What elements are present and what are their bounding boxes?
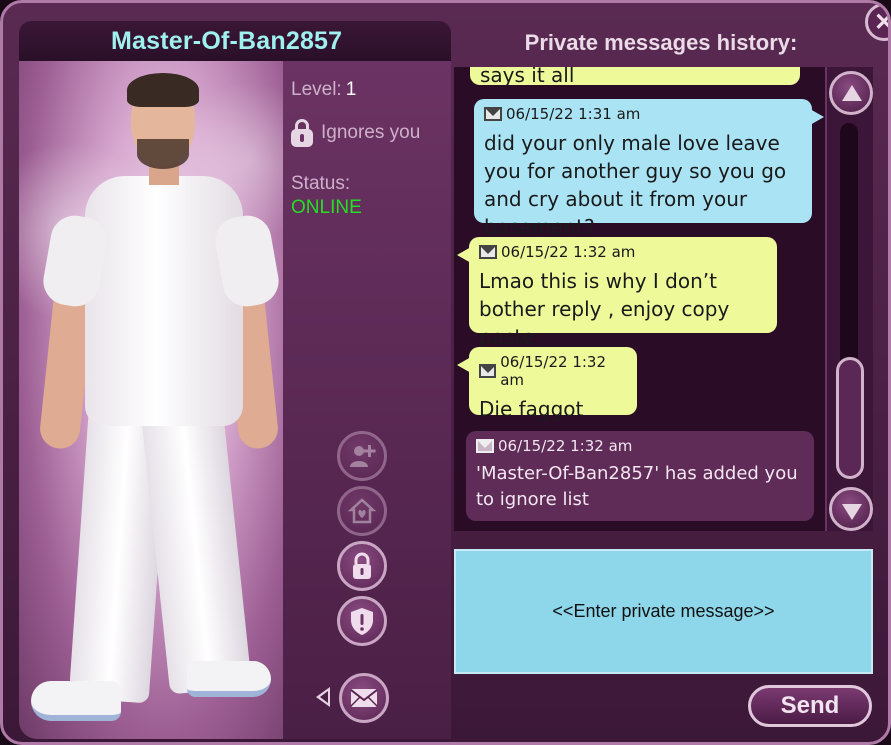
message-input[interactable]: <<Enter private message>> — [454, 549, 873, 674]
report-button[interactable] — [337, 596, 387, 646]
level-label: Level: — [291, 79, 342, 100]
message-timestamp: 06/15/22 1:31 am — [506, 105, 641, 123]
level-row: Level: 1 — [291, 79, 356, 101]
ignore-text: Ignores you — [321, 122, 421, 143]
message-text: Lmao this is why I don’t bother reply , … — [479, 269, 730, 349]
avatar-figure — [19, 21, 283, 739]
message-timestamp: 06/15/22 1:32 am — [498, 437, 633, 455]
status-label: Status: — [291, 173, 351, 194]
send-button[interactable]: Send — [748, 685, 872, 727]
arrow-down-icon — [842, 504, 862, 520]
avatar-shoe — [187, 661, 271, 697]
lock-icon — [353, 552, 371, 579]
message-text: says it all — [480, 67, 575, 87]
add-friend-icon — [350, 445, 376, 467]
scroll-up-button[interactable] — [829, 71, 873, 115]
message-meta: 06/15/22 1:32 am — [479, 243, 767, 261]
message-text: did your only male love leave you for an… — [484, 131, 787, 239]
message-bubble: 06/15/22 1:32 am Lmao this is why I don’… — [457, 237, 777, 349]
lock-icon — [291, 119, 313, 147]
message-bubble: 06/15/22 1:32 am Die faggot loser — [457, 347, 637, 449]
message-meta: 06/15/22 1:31 am — [484, 105, 802, 123]
envelope-icon — [350, 689, 378, 707]
info-panel: Level: 1 Ignores you Status: ONLINE — [283, 61, 451, 739]
ignore-lock-button[interactable] — [337, 541, 387, 591]
message-timestamp: 06/15/22 1:32 am — [501, 243, 636, 261]
avatar-shoe — [31, 681, 121, 721]
envelope-icon — [479, 245, 497, 259]
ignore-status-row: Ignores you — [291, 119, 420, 147]
level-value: 1 — [345, 79, 357, 100]
shield-icon — [351, 608, 373, 635]
home-icon — [348, 498, 376, 524]
private-message-button[interactable] — [339, 673, 389, 723]
username: Master-Of-Ban2857 — [111, 26, 343, 55]
message-meta: 06/15/22 1:32 am — [476, 437, 804, 455]
message-meta: 06/15/22 1:32 am — [479, 353, 627, 389]
envelope-icon — [476, 439, 494, 453]
envelope-icon — [484, 107, 502, 121]
envelope-icon — [479, 364, 497, 378]
message-input-placeholder: <<Enter private message>> — [552, 601, 775, 621]
collapse-arrow-icon[interactable] — [316, 687, 330, 707]
arrow-up-icon — [842, 85, 862, 101]
scroll-down-button[interactable] — [829, 487, 873, 531]
avatar-panel — [19, 21, 283, 739]
scroll-thumb[interactable] — [836, 357, 864, 479]
home-button[interactable] — [337, 486, 387, 536]
message-bubble: 06/15/22 1:31 am did your only male love… — [474, 99, 824, 239]
profile-window: Master-Of-Ban2857 Level: 1 Ignores you St… — [0, 0, 891, 745]
avatar-pants — [140, 397, 252, 695]
status-value: ONLINE — [291, 197, 362, 218]
message-text: 'Master-Of-Ban2857' has added you to ign… — [476, 463, 798, 510]
history-title: Private messages history: — [524, 30, 798, 55]
message-scrollbar[interactable] — [825, 67, 873, 531]
avatar-shirt — [85, 176, 243, 426]
close-icon: ✕ — [874, 8, 888, 37]
system-message: 06/15/22 1:32 am 'Master-Of-Ban2857' has… — [466, 431, 814, 521]
avatar-beard — [137, 139, 189, 169]
username-bar: Master-Of-Ban2857 — [19, 21, 451, 61]
message-history[interactable]: says it all 06/15/22 1:31 am did your on… — [454, 67, 825, 531]
avatar-hair — [127, 73, 199, 107]
add-friend-button[interactable] — [337, 431, 387, 481]
message-timestamp: 06/15/22 1:32 am — [500, 353, 607, 389]
message-bubble: says it all — [470, 67, 800, 87]
